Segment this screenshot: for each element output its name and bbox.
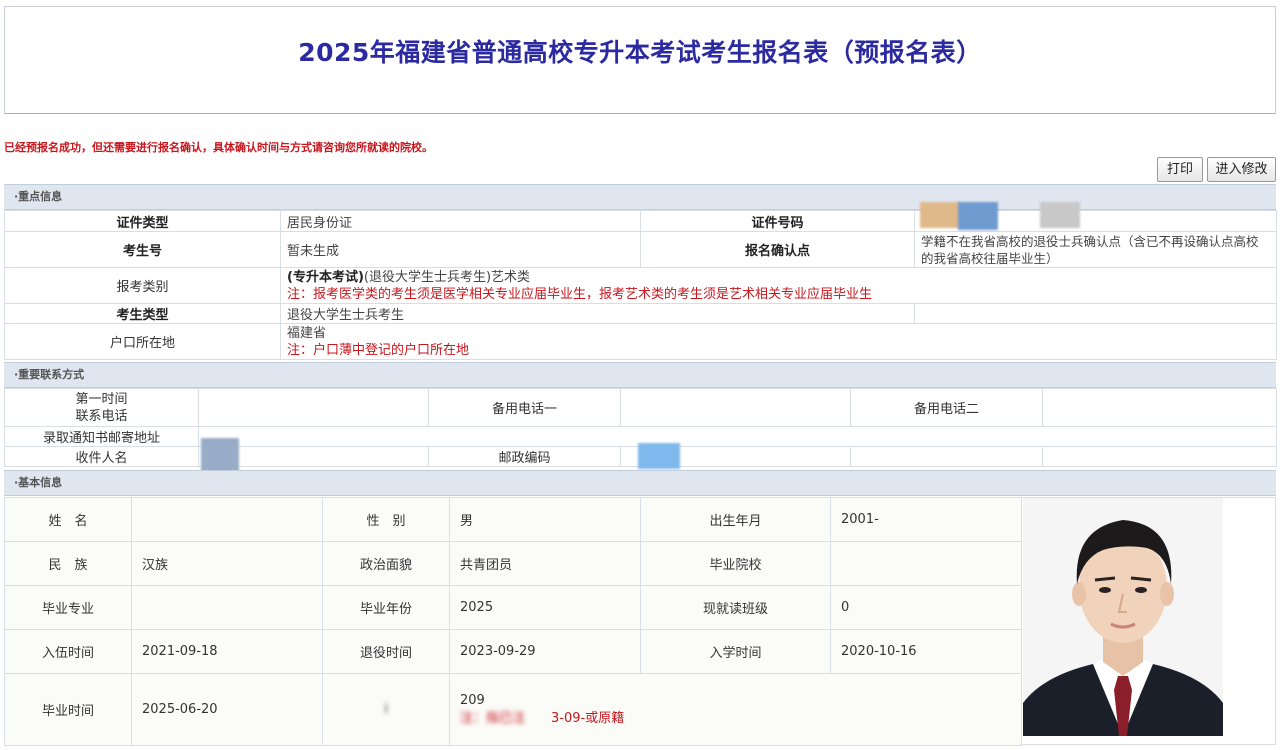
empty-cell [914, 303, 1277, 324]
gender-value: 男 [449, 497, 641, 542]
person-photo [1023, 498, 1223, 736]
hukou-value: 福建省 [287, 325, 327, 341]
discharge-label: 退役时间 [322, 629, 450, 674]
enlist-value: 2021-09-18 [131, 629, 323, 674]
row-candidate-type: 考生类型 退役大学生士兵考生 [4, 303, 1277, 324]
row-category: 报考类别 (专升本考试)(退役大学生士兵考生)艺术类 注：报考医学类的考生须是医… [4, 267, 1277, 304]
photo-cell [1021, 497, 1276, 745]
confirm-point-label: 报名确认点 [640, 231, 915, 268]
section-contact: ·重要联系方式 [4, 362, 1276, 388]
candidate-no-value: 暂未生成 [280, 231, 641, 268]
major-value [131, 585, 323, 630]
class-label: 现就读班级 [640, 585, 831, 630]
category-prefix: (专升本考试) [287, 269, 364, 285]
enroll-value: 2020-10-16 [830, 629, 1022, 674]
row-id: 证件类型 居民身份证 证件号码 [4, 210, 1277, 232]
enroll-label: 入学时间 [640, 629, 831, 674]
person-photo-icon [1023, 498, 1223, 736]
category-cell: (专升本考试)(退役大学生士兵考生)艺术类 注：报考医学类的考生须是医学相关专业… [280, 267, 1277, 304]
partial-value: 209 注：指已注 3-09-或原籍 [449, 673, 1022, 746]
grad-time-value: 2025-06-20 [131, 673, 323, 746]
candidate-no-label: 考生号 [4, 231, 281, 268]
key-info-table: 证件类型 居民身份证 证件号码 考生号 暂未生成 报名确认点 学籍不在我省高校的… [4, 210, 1277, 360]
partial-label: i [322, 673, 450, 746]
enlist-label: 入伍时间 [4, 629, 132, 674]
address-label: 录取通知书邮寄地址 [4, 426, 199, 447]
notice-text: 已经预报名成功，但还需要进行报名确认，具体确认时间与方式请咨询您所就读的院校。 [4, 141, 433, 154]
political-value: 共青团员 [449, 541, 641, 586]
ethnicity-label: 民 族 [4, 541, 132, 586]
candidate-type-value: 退役大学生士兵考生 [280, 303, 915, 324]
grad-year-value: 2025 [449, 585, 641, 630]
major-label: 毕业专业 [4, 585, 132, 630]
page-title: 2025年福建省普通高校专升本考试考生报名表（预报名表） [298, 38, 982, 67]
category-value: (退役大学生士兵考生)艺术类 [363, 269, 531, 285]
empty-cell [1042, 446, 1277, 467]
grad-year-label: 毕业年份 [322, 585, 450, 630]
postcode-label: 邮政编码 [428, 446, 621, 467]
recipient-label: 收件人名 [4, 446, 199, 467]
row-major: 毕业专业 毕业年份 2025 现就读班级 0 [4, 585, 1022, 630]
empty-cell [850, 446, 1043, 467]
backup-phone-1-label: 备用电话一 [428, 388, 621, 427]
row-phones: 第一时间 联系电话 备用电话一 备用电话二 [4, 388, 1277, 427]
section-key-info: ·重点信息 [4, 184, 1276, 210]
basic-info-table: 姓 名 性 别 男 出生年月 2001- 民 族 汉族 政治面貌 共青团员 毕业… [4, 497, 1022, 746]
name-label: 姓 名 [4, 497, 132, 542]
birth-value: 2001- [830, 497, 1022, 542]
row-hukou: 户口所在地 福建省 注：户口薄中登记的户口所在地 [4, 323, 1277, 360]
redaction-mark [920, 202, 960, 228]
grad-time-label: 毕业时间 [4, 673, 132, 746]
discharge-value: 2023-09-29 [449, 629, 641, 674]
row-candidate-no: 考生号 暂未生成 报名确认点 学籍不在我省高校的退役士兵确认点（含已不再设确认点… [4, 231, 1277, 268]
hukou-cell: 福建省 注：户口薄中登记的户口所在地 [280, 323, 1277, 360]
row-ethnicity: 民 族 汉族 政治面貌 共青团员 毕业院校 [4, 541, 1022, 586]
category-note: 注：报考医学类的考生须是医学相关专业应届毕业生，报考艺术类的考生须是艺术相关专业… [287, 286, 873, 302]
section-basic: ·基本信息 [4, 470, 1276, 496]
political-label: 政治面貌 [322, 541, 450, 586]
school-value [830, 541, 1022, 586]
id-type-label: 证件类型 [4, 210, 281, 232]
title-box: 2025年福建省普通高校专升本考试考生报名表（预报名表） [4, 6, 1276, 114]
row-name: 姓 名 性 别 男 出生年月 2001- [4, 497, 1022, 542]
birth-label: 出生年月 [640, 497, 831, 542]
address-value [198, 426, 1277, 447]
print-button[interactable]: 打印 [1157, 157, 1203, 182]
first-phone-label-2: 联系电话 [75, 408, 128, 424]
first-phone-label: 第一时间 联系电话 [4, 388, 199, 427]
id-type-value: 居民身份证 [280, 210, 641, 232]
gender-label: 性 别 [322, 497, 450, 542]
hukou-note: 注：户口薄中登记的户口所在地 [287, 342, 470, 358]
backup-phone-1-value [620, 388, 851, 427]
candidate-type-label: 考生类型 [4, 303, 281, 324]
confirm-point-value: 学籍不在我省高校的退役士兵确认点（含已不再设确认点高校的我省高校往届毕业生） [914, 231, 1277, 268]
partial-value-1: 209 [460, 692, 485, 708]
name-value [131, 497, 323, 542]
ethnicity-value: 汉族 [131, 541, 323, 586]
school-label: 毕业院校 [640, 541, 831, 586]
id-number-label: 证件号码 [640, 210, 915, 232]
first-phone-label-1: 第一时间 [75, 391, 128, 407]
row-grad-time: 毕业时间 2025-06-20 i 209 注：指已注 3-09-或原籍 [4, 673, 1022, 746]
row-service: 入伍时间 2021-09-18 退役时间 2023-09-29 入学时间 202… [4, 629, 1022, 674]
first-phone-value [198, 388, 429, 427]
category-label: 报考类别 [4, 267, 281, 304]
partial-value-note: 注：指已注 3-09-或原籍 [460, 710, 625, 726]
backup-phone-2-value [1042, 388, 1277, 427]
redaction-mark [638, 443, 680, 469]
redaction-mark [1040, 202, 1080, 228]
class-value: 0 [830, 585, 1022, 630]
backup-phone-2-label: 备用电话二 [850, 388, 1043, 427]
hukou-label: 户口所在地 [4, 323, 281, 360]
edit-button[interactable]: 进入修改 [1207, 157, 1276, 182]
redaction-mark [958, 202, 998, 230]
